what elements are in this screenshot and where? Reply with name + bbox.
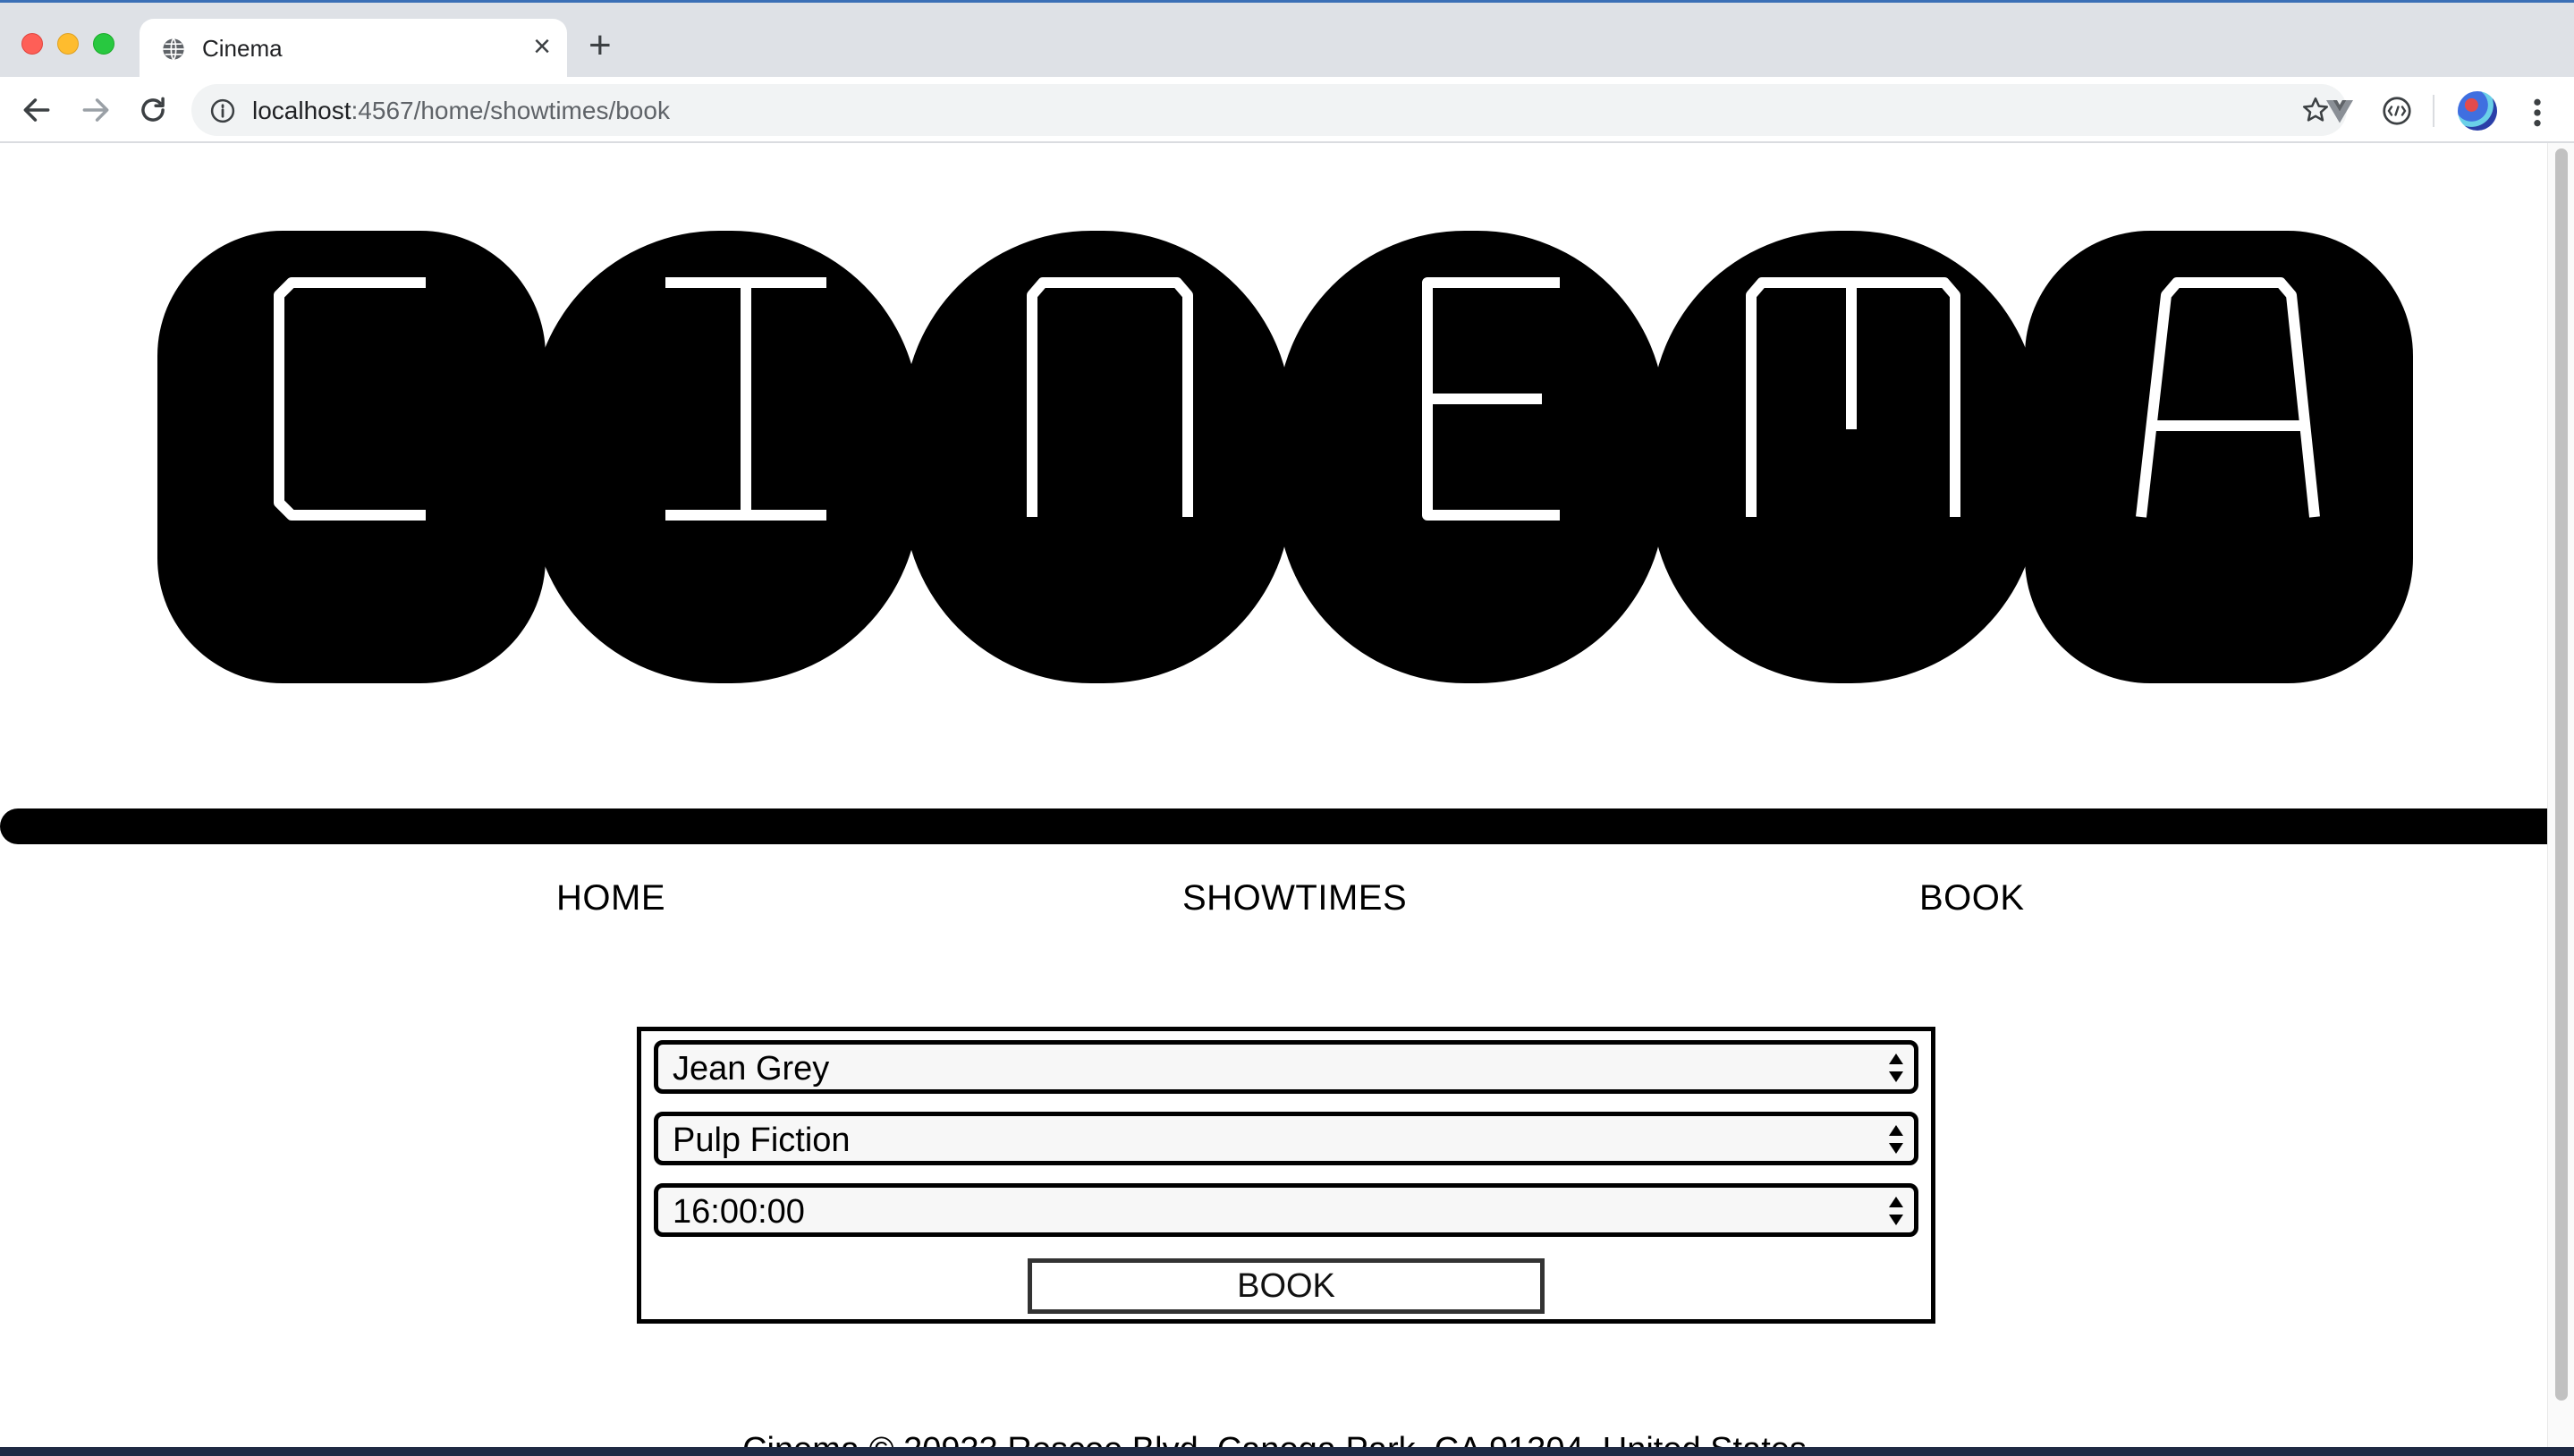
main-navigation: HOME SHOWTIMES BOOK bbox=[0, 878, 2549, 932]
browser-tab-active[interactable]: Cinema × bbox=[140, 19, 567, 80]
plus-icon[interactable]: + bbox=[588, 25, 612, 64]
browser-toolbar: localhost:4567/home/showtimes/book bbox=[0, 77, 2574, 143]
info-icon[interactable] bbox=[209, 97, 236, 124]
address-bar[interactable]: localhost:4567/home/showtimes/book bbox=[191, 84, 2347, 136]
browser-tab-strip: Cinema × + bbox=[0, 0, 2574, 80]
showtime-select[interactable]: 16:00:00 bbox=[654, 1183, 1918, 1237]
movie-select-value: Pulp Fiction bbox=[673, 1122, 851, 1159]
profile-avatar[interactable] bbox=[2458, 91, 2497, 131]
customer-select-value: Jean Grey bbox=[673, 1050, 830, 1088]
extension-icon[interactable] bbox=[2381, 95, 2413, 127]
header-divider bbox=[0, 808, 2574, 844]
kebab-menu-icon[interactable] bbox=[2524, 95, 2551, 131]
close-icon[interactable]: × bbox=[533, 31, 551, 62]
dock-edge bbox=[0, 1447, 2574, 1456]
vue-devtools-icon[interactable] bbox=[2324, 95, 2356, 127]
book-button[interactable]: BOOK bbox=[1028, 1258, 1545, 1314]
nav-home-link[interactable]: HOME bbox=[556, 878, 665, 918]
toolbar-separator bbox=[2433, 95, 2434, 127]
select-arrows-icon bbox=[1889, 1054, 1903, 1082]
showtime-select-value: 16:00:00 bbox=[673, 1193, 805, 1231]
back-arrow-icon[interactable] bbox=[20, 93, 54, 127]
movie-select[interactable]: Pulp Fiction bbox=[654, 1112, 1918, 1165]
cinema-logo bbox=[157, 231, 2413, 683]
select-arrows-icon bbox=[1889, 1197, 1903, 1225]
booking-form: Jean Grey Pulp Fiction 16:00:00 BOOK bbox=[637, 1027, 1935, 1324]
customer-select[interactable]: Jean Grey bbox=[654, 1040, 1918, 1094]
window-minimize-button[interactable] bbox=[57, 33, 79, 55]
url-text[interactable]: localhost:4567/home/showtimes/book bbox=[252, 97, 670, 125]
globe-icon bbox=[163, 38, 184, 61]
url-path: :4567/home/showtimes/book bbox=[351, 97, 670, 124]
window-zoom-button[interactable] bbox=[93, 33, 114, 55]
page-scrollbar[interactable] bbox=[2547, 143, 2574, 1456]
window-close-button[interactable] bbox=[21, 33, 43, 55]
nav-showtimes-link[interactable]: SHOWTIMES bbox=[1182, 878, 1407, 918]
page-viewport: HOME SHOWTIMES BOOK Jean Grey Pulp Ficti… bbox=[0, 143, 2574, 1456]
nav-book-link[interactable]: BOOK bbox=[1919, 878, 2025, 918]
select-arrows-icon bbox=[1889, 1125, 1903, 1154]
url-host: localhost bbox=[252, 97, 351, 124]
scrollbar-thumb[interactable] bbox=[2555, 148, 2568, 1401]
tab-title: Cinema bbox=[202, 35, 283, 62]
reload-icon[interactable] bbox=[136, 93, 170, 127]
forward-arrow-icon[interactable] bbox=[79, 93, 113, 127]
